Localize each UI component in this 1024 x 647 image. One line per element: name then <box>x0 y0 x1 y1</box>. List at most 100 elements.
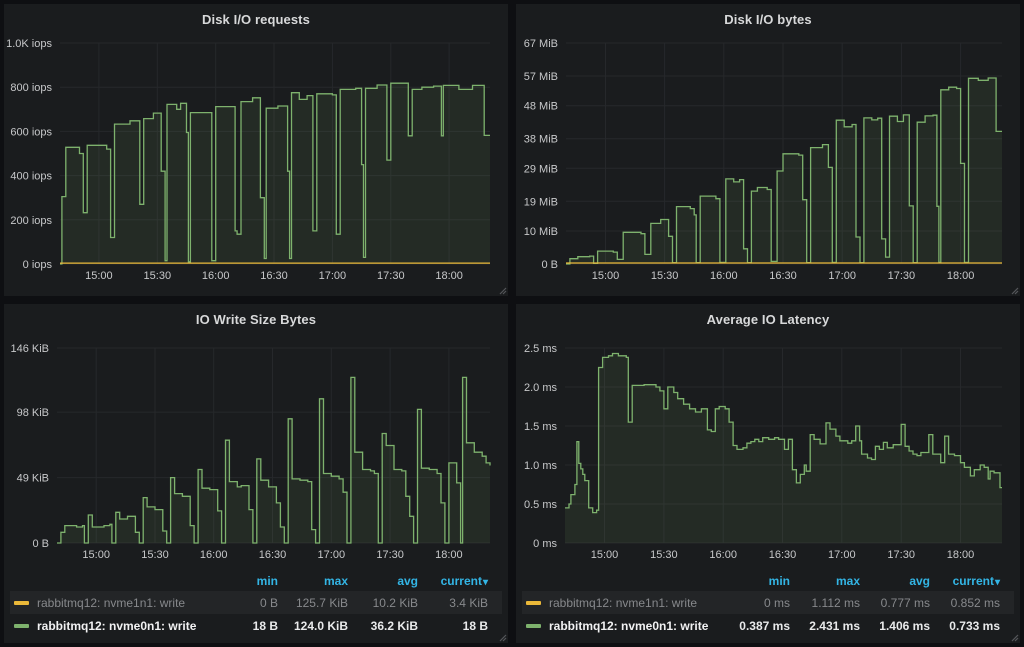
y-tick-label: 1.5 ms <box>524 421 558 433</box>
x-tick-label: 15:00 <box>591 549 619 561</box>
legend-col-current[interactable]: current▾ <box>418 574 488 588</box>
y-tick-label: 67 MiB <box>524 38 558 50</box>
stat-max: 124.0 KiB <box>278 619 348 633</box>
y-tick-label: 200 iops <box>10 215 52 227</box>
stat-max: 2.431 ms <box>790 619 860 633</box>
y-tick-label: 10 MiB <box>524 226 558 238</box>
stat-current: 18 B <box>418 619 488 633</box>
legend-row-nvme0n1: rabbitmq12: nvme0n1: write 0.387 ms 2.43… <box>522 614 1014 637</box>
x-tick-label: 18:00 <box>435 549 463 561</box>
series-name[interactable]: rabbitmq12: nvme0n1: write <box>37 619 196 633</box>
y-tick-label: 0 ms <box>533 538 557 550</box>
legend-col-max[interactable]: max <box>278 574 348 588</box>
series-fill <box>565 354 1002 544</box>
y-tick-label: 1.0 ms <box>524 460 558 472</box>
series-name[interactable]: rabbitmq12: nvme0n1: write <box>549 619 708 633</box>
sort-desc-icon: ▾ <box>483 577 488 588</box>
legend-col-min[interactable]: min <box>720 574 790 588</box>
y-tick-label: 19 MiB <box>524 196 558 208</box>
series-fill <box>57 377 490 543</box>
x-tick-label: 18:00 <box>947 549 975 561</box>
panel-title[interactable]: Average IO Latency <box>516 304 1020 334</box>
y-tick-label: 0.5 ms <box>524 499 558 511</box>
y-tick-label: 600 iops <box>10 126 52 138</box>
series-fill <box>60 83 490 264</box>
stat-current: 0.852 ms <box>930 596 1000 610</box>
legend-col-current-label: current <box>953 574 994 588</box>
x-tick-label: 16:00 <box>202 270 230 282</box>
y-tick-label: 1.0K iops <box>6 38 52 50</box>
legend-header: min max avg current▾ <box>14 570 488 591</box>
disk-io-requests-chart[interactable]: 0 iops200 iops400 iops600 iops800 iops1.… <box>4 34 508 296</box>
panel-resize-handle[interactable] <box>498 633 507 642</box>
x-tick-label: 17:30 <box>887 549 915 561</box>
panel-disk-io-requests: Disk I/O requests 0 iops200 iops400 iops… <box>4 4 508 296</box>
y-axis-tick-labels: 0 ms 0.5 ms 1.0 ms 1.5 ms 2.0 ms 2.5 ms <box>524 343 558 550</box>
x-tick-label: 15:30 <box>651 270 679 282</box>
x-tick-label: 17:30 <box>377 270 405 282</box>
y-tick-label: 38 MiB <box>524 134 558 146</box>
legend-col-min[interactable]: min <box>208 574 278 588</box>
y-tick-label: 800 iops <box>10 82 52 94</box>
panel-resize-handle[interactable] <box>1010 286 1019 295</box>
x-tick-label: 15:00 <box>82 549 110 561</box>
panel-resize-handle[interactable] <box>1010 633 1019 642</box>
x-tick-label: 16:30 <box>260 270 288 282</box>
y-tick-label: 2.5 ms <box>524 343 558 355</box>
legend-row-nvme1n1: rabbitmq12: nvme1n1: write 0 B 125.7 KiB… <box>10 591 502 614</box>
stat-min: 18 B <box>208 619 278 633</box>
panel-title[interactable]: IO Write Size Bytes <box>4 304 508 334</box>
y-tick-label: 146 KiB <box>10 343 49 355</box>
series-color-icon[interactable] <box>14 624 29 628</box>
legend-col-current-label: current <box>441 574 482 588</box>
series-name[interactable]: rabbitmq12: nvme1n1: write <box>549 596 697 610</box>
series-color-icon[interactable] <box>14 601 29 605</box>
series-nvme0n1 <box>565 354 1002 544</box>
legend-row-nvme1n1: rabbitmq12: nvme1n1: write 0 ms 1.112 ms… <box>522 591 1014 614</box>
y-axis-tick-labels: 0 B49 KiB98 KiB146 KiB <box>10 343 49 550</box>
series-color-icon[interactable] <box>526 601 541 605</box>
series-name[interactable]: rabbitmq12: nvme1n1: write <box>37 596 185 610</box>
legend-row-nvme0n1: rabbitmq12: nvme0n1: write 18 B 124.0 Ki… <box>10 614 502 637</box>
legend-col-max[interactable]: max <box>790 574 860 588</box>
y-tick-label: 48 MiB <box>524 101 558 113</box>
panel-title[interactable]: Disk I/O requests <box>4 4 508 34</box>
stat-avg: 0.777 ms <box>860 596 930 610</box>
y-tick-label: 57 MiB <box>524 71 558 83</box>
y-tick-label: 0 B <box>32 538 49 550</box>
stat-current: 3.4 KiB <box>418 596 488 610</box>
legend-col-current[interactable]: current▾ <box>930 574 1000 588</box>
stat-max: 1.112 ms <box>790 596 860 610</box>
y-tick-label: 0 iops <box>23 259 53 271</box>
stat-max: 125.7 KiB <box>278 596 348 610</box>
panel-resize-handle[interactable] <box>498 286 507 295</box>
disk-io-bytes-chart[interactable]: 0 B10 MiB19 MiB29 MiB38 MiB48 MiB57 MiB6… <box>516 34 1020 296</box>
y-tick-label: 0 B <box>541 259 558 271</box>
x-tick-label: 15:00 <box>85 270 113 282</box>
series-color-icon[interactable] <box>526 624 541 628</box>
legend-col-avg[interactable]: avg <box>348 574 418 588</box>
stat-current: 0.733 ms <box>930 619 1000 633</box>
stat-avg: 10.2 KiB <box>348 596 418 610</box>
stat-avg: 36.2 KiB <box>348 619 418 633</box>
legend-col-avg[interactable]: avg <box>860 574 930 588</box>
stat-min: 0 B <box>208 596 278 610</box>
legend-header: min max avg current▾ <box>526 570 1000 591</box>
panel-title[interactable]: Disk I/O bytes <box>516 4 1020 34</box>
panel-io-write-size-bytes: IO Write Size Bytes 0 B49 KiB98 KiB146 K… <box>4 304 508 643</box>
x-tick-label: 17:30 <box>888 270 916 282</box>
x-tick-label: 17:00 <box>318 549 346 561</box>
x-tick-label: 16:30 <box>769 549 797 561</box>
average-io-latency-chart[interactable]: 0 ms 0.5 ms 1.0 ms 1.5 ms 2.0 ms 2.5 ms 15:00 1… <box>516 334 1020 566</box>
dashboard: Disk I/O requests 0 iops200 iops400 iops… <box>0 0 1024 647</box>
x-tick-label: 17:00 <box>828 270 856 282</box>
x-axis-tick-labels: 15:0015:3016:0016:3017:0017:3018:00 <box>592 270 975 282</box>
panel-average-io-latency: Average IO Latency 0 ms 0.5 ms 1.0 ms 1.5 m… <box>516 304 1020 643</box>
x-tick-label: 18:00 <box>947 270 975 282</box>
x-tick-label: 15:30 <box>650 549 678 561</box>
x-tick-label: 17:00 <box>828 549 856 561</box>
io-write-size-bytes-chart[interactable]: 0 B49 KiB98 KiB146 KiB15:0015:3016:0016:… <box>4 334 508 566</box>
panel-disk-io-bytes: Disk I/O bytes 0 B10 MiB19 MiB29 MiB38 M… <box>516 4 1020 296</box>
legend: min max avg current▾ rabbitmq12: nvme1n1… <box>4 566 508 643</box>
y-tick-label: 2.0 ms <box>524 382 558 394</box>
